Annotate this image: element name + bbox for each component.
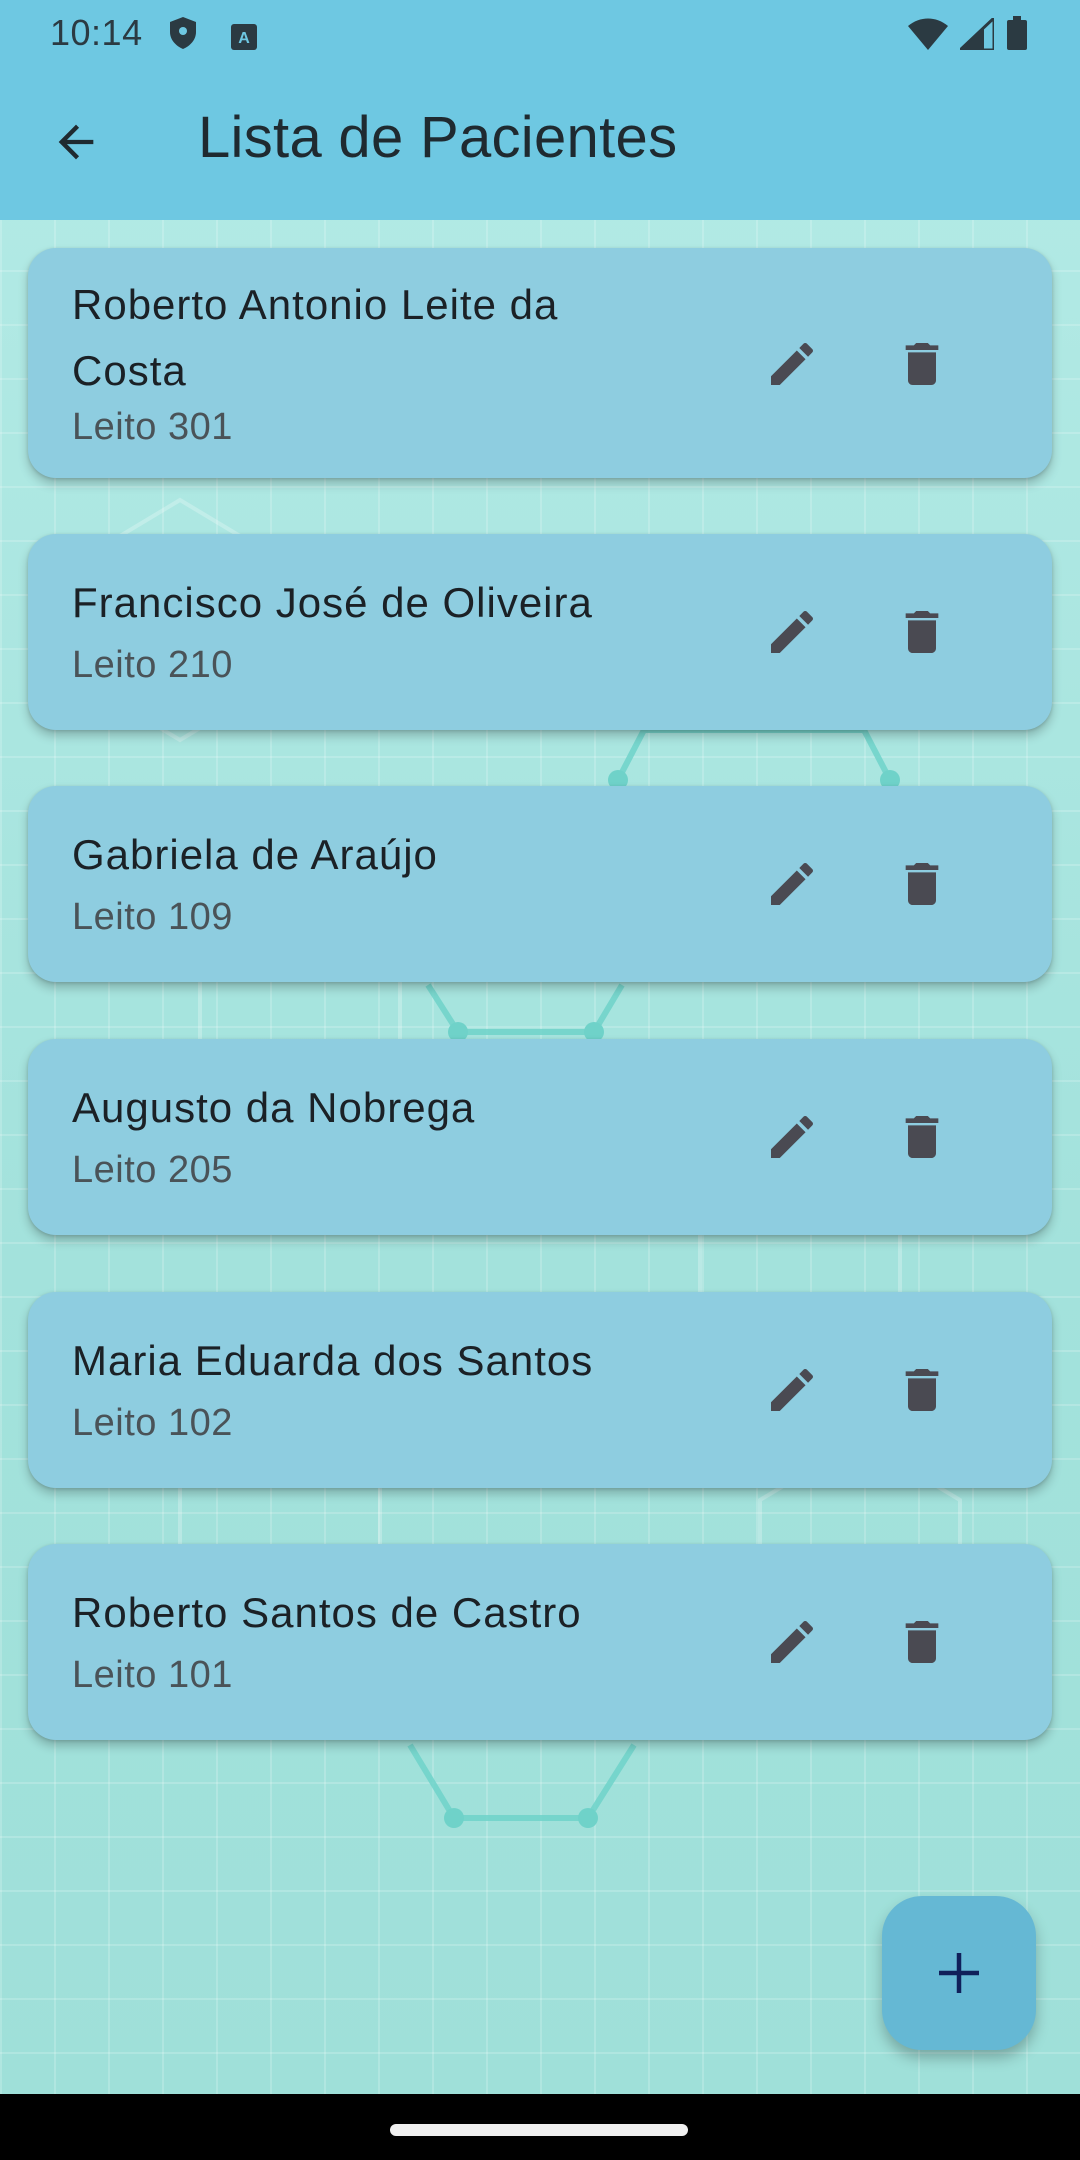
edit-button[interactable] [760, 332, 824, 396]
shield-icon [168, 16, 198, 59]
patient-card[interactable]: Roberto Antonio Leite da Costa Leito 301 [28, 248, 1052, 478]
plus-icon [939, 1953, 979, 1993]
patient-bed: Leito 301 [72, 406, 233, 448]
pencil-icon [771, 1115, 814, 1158]
trash-icon [905, 1369, 939, 1411]
edit-button[interactable] [760, 1105, 824, 1169]
patient-card[interactable]: Francisco José de Oliveira Leito 210 [28, 534, 1052, 730]
app-bar: 10:14 A Lista de Pacientes [0, 0, 1080, 220]
home-indicator[interactable] [390, 2124, 688, 2136]
add-patient-button[interactable] [882, 1896, 1036, 2050]
trash-icon [905, 1116, 939, 1158]
svg-text:A: A [238, 30, 250, 47]
patient-name: Maria Eduarda dos Santos [72, 1337, 594, 1384]
patient-card[interactable]: Augusto da Nobrega Leito 205 [28, 1039, 1052, 1235]
delete-button[interactable] [890, 852, 954, 916]
delete-button[interactable] [890, 1105, 954, 1169]
patient-name: Francisco José de Oliveira [72, 579, 593, 626]
trash-icon [905, 611, 939, 653]
delete-button[interactable] [890, 1610, 954, 1674]
signal-icon [956, 14, 996, 59]
patient-name: Roberto Santos de Castro [72, 1589, 582, 1636]
page-title: Lista de Pacientes [198, 105, 678, 170]
patient-bed: Leito 205 [72, 1149, 233, 1191]
patient-card[interactable]: Roberto Santos de Castro Leito 101 [28, 1544, 1052, 1740]
back-button[interactable] [46, 112, 106, 172]
edit-button[interactable] [760, 852, 824, 916]
pencil-icon [771, 862, 814, 905]
patient-bed: Leito 210 [72, 644, 233, 686]
delete-button[interactable] [890, 1358, 954, 1422]
trash-icon [905, 863, 939, 905]
edit-button[interactable] [760, 1358, 824, 1422]
pencil-icon [771, 1620, 814, 1663]
delete-button[interactable] [890, 332, 954, 396]
battery-icon [1006, 16, 1028, 59]
arrow-left-icon [58, 124, 94, 160]
patient-name: Roberto Antonio Leite da Costa [72, 281, 559, 394]
pencil-icon [771, 610, 814, 653]
status-bar: 10:14 A [0, 0, 1080, 64]
pencil-icon [771, 1368, 814, 1411]
patient-name: Gabriela de Araújo [72, 831, 438, 878]
delete-button[interactable] [890, 600, 954, 664]
status-time: 10:14 [50, 12, 143, 53]
edit-button[interactable] [760, 1610, 824, 1674]
trash-icon [905, 1621, 939, 1663]
patient-name: Augusto da Nobrega [72, 1084, 476, 1131]
edit-button[interactable] [760, 600, 824, 664]
wifi-icon [908, 17, 948, 59]
patient-bed: Leito 109 [72, 896, 233, 938]
patient-card[interactable]: Maria Eduarda dos Santos Leito 102 [28, 1292, 1052, 1488]
patient-bed: Leito 102 [72, 1402, 233, 1444]
patient-bed: Leito 101 [72, 1654, 233, 1696]
patient-card[interactable]: Gabriela de Araújo Leito 109 [28, 786, 1052, 982]
pencil-icon [771, 342, 814, 385]
font-a-icon: A [230, 18, 258, 60]
trash-icon [905, 343, 939, 385]
